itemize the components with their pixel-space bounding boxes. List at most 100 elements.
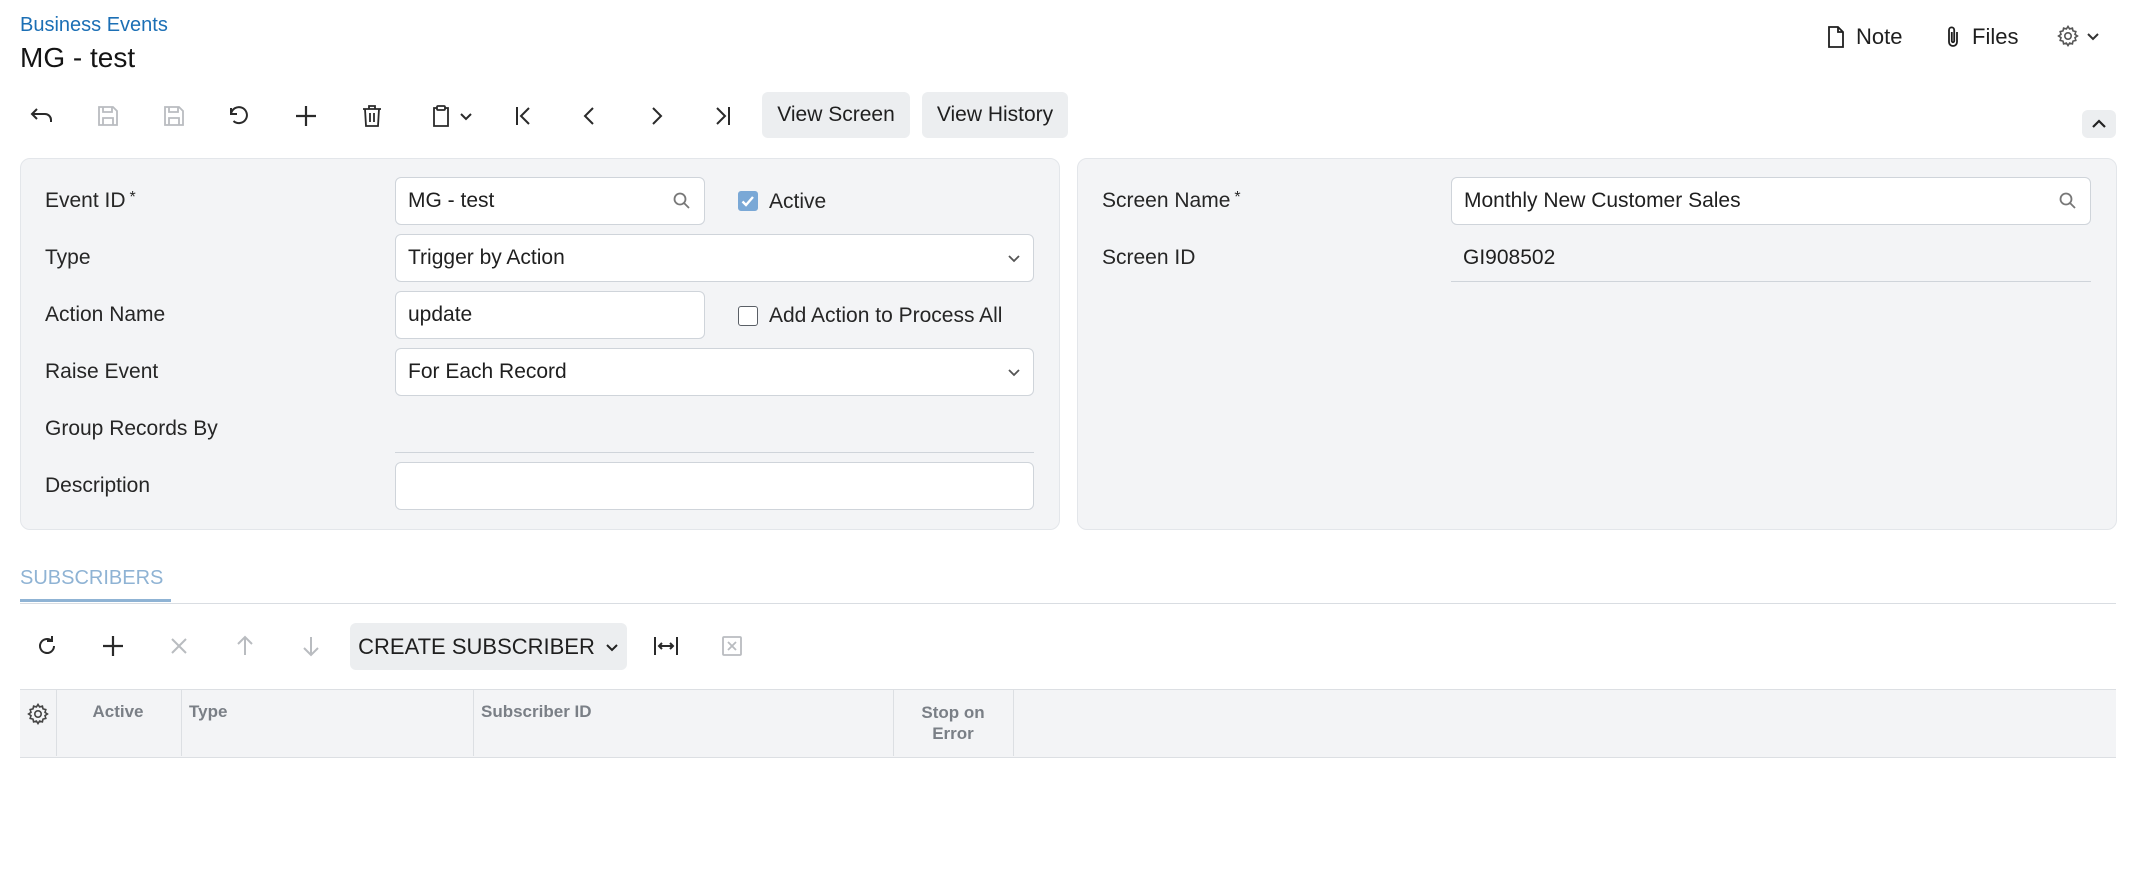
- chevron-down-icon: [1007, 251, 1021, 265]
- screen-name-label: Screen Name *: [1102, 189, 1241, 212]
- create-subscriber-label: CREATE SUBSCRIBER: [358, 633, 595, 659]
- plus-icon: [101, 634, 125, 658]
- tab-divider: [20, 603, 2116, 604]
- files-button[interactable]: Files: [1944, 24, 2018, 50]
- screen-name-value: Monthly New Customer Sales: [1464, 189, 1741, 212]
- settings-menu-button[interactable]: [2056, 24, 2100, 48]
- save-and-close-button[interactable]: [86, 94, 130, 138]
- revert-icon: [227, 104, 253, 128]
- arrow-down-icon: [300, 634, 322, 658]
- clipboard-menu-button[interactable]: [422, 94, 482, 138]
- tab-subscribers[interactable]: SUBSCRIBERS: [20, 567, 163, 590]
- fit-columns-button[interactable]: [644, 624, 688, 668]
- collapse-button[interactable]: [2082, 110, 2116, 138]
- column-header-type[interactable]: Type: [189, 702, 227, 722]
- last-icon: [710, 104, 734, 128]
- chevron-down-icon: [605, 640, 619, 654]
- files-label: Files: [1972, 24, 2019, 49]
- search-icon[interactable]: [672, 191, 692, 211]
- raise-event-select[interactable]: For Each Record: [395, 348, 1034, 396]
- type-label: Type: [45, 246, 91, 269]
- column-settings-button[interactable]: [26, 702, 50, 726]
- view-screen-button[interactable]: View Screen: [762, 92, 910, 138]
- chevron-down-icon: [2086, 29, 2100, 43]
- delete-row-button[interactable]: [157, 624, 201, 668]
- refresh-icon: [35, 634, 59, 658]
- screen-name-input[interactable]: Monthly New Customer Sales: [1451, 177, 2091, 225]
- event-id-label: Event ID *: [45, 189, 136, 212]
- page-title: MG - test: [20, 42, 136, 73]
- note-button[interactable]: Note: [1826, 24, 1902, 50]
- chevron-down-icon: [459, 109, 473, 123]
- view-history-button[interactable]: View History: [922, 92, 1068, 138]
- refresh-button[interactable]: [25, 624, 69, 668]
- raise-event-value: For Each Record: [408, 360, 567, 383]
- description-label: Description: [45, 474, 151, 497]
- search-icon[interactable]: [2058, 191, 2078, 211]
- type-value: Trigger by Action: [408, 246, 565, 269]
- move-up-button[interactable]: [223, 624, 267, 668]
- save-button[interactable]: [152, 94, 196, 138]
- event-id-value: MG - test: [408, 189, 495, 212]
- add-action-checkbox[interactable]: [738, 306, 758, 326]
- plus-icon: [294, 104, 318, 128]
- column-header-stop-on-error[interactable]: Stop on Error: [900, 702, 1006, 744]
- create-subscriber-button[interactable]: CREATE SUBSCRIBER: [350, 623, 627, 670]
- column-divider: [181, 690, 182, 756]
- first-icon: [512, 104, 536, 128]
- undo-arrow-icon: [29, 105, 55, 127]
- column-divider: [1013, 690, 1014, 756]
- export-excel-button[interactable]: [710, 624, 754, 668]
- excel-icon: [720, 634, 744, 658]
- paperclip-icon: [1944, 25, 1962, 49]
- gear-icon: [26, 702, 50, 726]
- trash-icon: [361, 104, 383, 128]
- group-records-by-field[interactable]: [395, 405, 1034, 453]
- column-divider: [893, 690, 894, 756]
- gear-icon: [2056, 24, 2080, 48]
- clipboard-icon: [431, 104, 453, 128]
- raise-event-label: Raise Event: [45, 360, 159, 383]
- column-divider: [473, 690, 474, 756]
- save-icon: [162, 104, 186, 128]
- tab-active-indicator: [20, 599, 171, 602]
- chevron-left-icon: [578, 104, 602, 128]
- chevron-right-icon: [644, 104, 668, 128]
- type-select[interactable]: Trigger by Action: [395, 234, 1034, 282]
- delete-button[interactable]: [350, 94, 394, 138]
- check-icon: [741, 196, 754, 207]
- event-id-input[interactable]: MG - test: [395, 177, 705, 225]
- first-record-button[interactable]: [502, 94, 546, 138]
- document-icon: [1826, 25, 1846, 49]
- screen-id-field: GI908502: [1451, 234, 2091, 282]
- fit-width-icon: [652, 634, 680, 658]
- move-down-button[interactable]: [289, 624, 333, 668]
- previous-record-button[interactable]: [568, 94, 612, 138]
- active-checkbox[interactable]: [738, 191, 758, 211]
- close-icon: [168, 635, 190, 657]
- next-record-button[interactable]: [634, 94, 678, 138]
- column-header-active[interactable]: Active: [56, 702, 180, 722]
- grid-header: [20, 689, 2116, 758]
- description-input[interactable]: [395, 462, 1034, 510]
- add-row-button[interactable]: [91, 624, 135, 668]
- chevron-up-icon: [2091, 117, 2107, 131]
- active-label: Active: [769, 190, 827, 213]
- group-records-by-label: Group Records By: [45, 417, 218, 440]
- action-name-label: Action Name: [45, 303, 166, 326]
- arrow-up-icon: [234, 634, 256, 658]
- action-name-value: update: [408, 303, 473, 326]
- action-name-input[interactable]: update: [395, 291, 705, 339]
- column-header-subscriber-id[interactable]: Subscriber ID: [481, 702, 592, 722]
- column-divider: [56, 690, 57, 756]
- cancel-button[interactable]: [218, 94, 262, 138]
- add-button[interactable]: [284, 94, 328, 138]
- back-button[interactable]: [20, 94, 64, 138]
- save-close-icon: [96, 104, 120, 128]
- chevron-down-icon: [1007, 365, 1021, 379]
- add-action-label: Add Action to Process All: [769, 304, 1003, 327]
- note-label: Note: [1856, 24, 1903, 49]
- screen-id-label: Screen ID: [1102, 246, 1196, 269]
- last-record-button[interactable]: [700, 94, 744, 138]
- breadcrumb[interactable]: Business Events: [20, 14, 168, 37]
